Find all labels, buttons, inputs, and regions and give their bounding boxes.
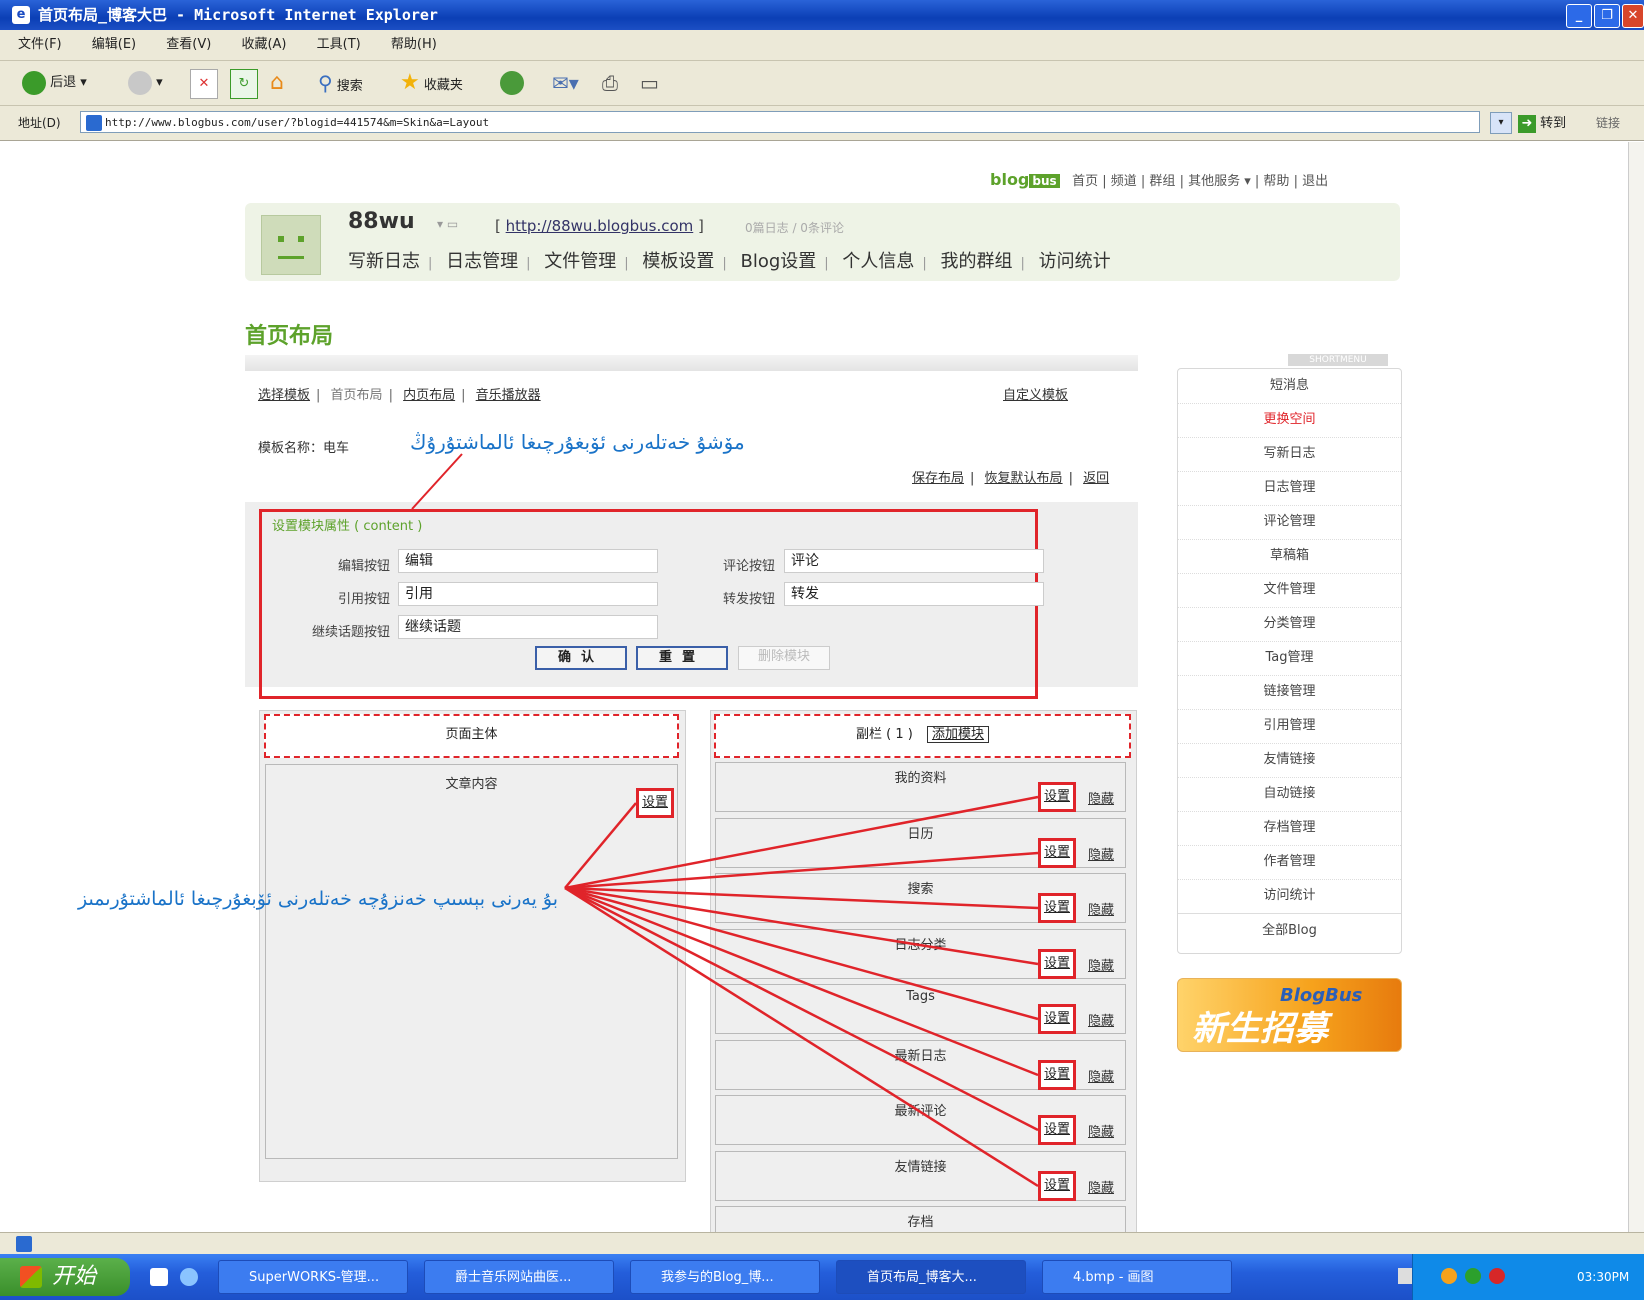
sidebar-item-drafts[interactable]: 草稿箱 (1178, 539, 1401, 574)
clock: 03:30PM (1577, 1270, 1630, 1284)
tray-icon-1[interactable] (1441, 1268, 1457, 1284)
fan-line (564, 886, 1039, 910)
sidebar-item-author-manage[interactable]: 作者管理 (1178, 845, 1401, 880)
sidebar-item-archive-manage[interactable]: 存档管理 (1178, 811, 1401, 846)
sidebar-item-auto-links[interactable]: 自动链接 (1178, 777, 1401, 812)
fan-line (564, 886, 1039, 1132)
sidebar-item-change-space[interactable]: 更换空间 (1178, 403, 1401, 438)
sidebar-item-friend-links[interactable]: 友情链接 (1178, 743, 1401, 778)
sidebar-item-trackback-manage[interactable]: 引用管理 (1178, 709, 1401, 744)
vertical-scrollbar[interactable] (1628, 142, 1644, 1232)
sidebar-item-comment-manage[interactable]: 评论管理 (1178, 505, 1401, 540)
sidebar-item-file-manage[interactable]: 文件管理 (1178, 573, 1401, 608)
sidebar-item-post-manage[interactable]: 日志管理 (1178, 471, 1401, 506)
sidebar-item-write-post[interactable]: 写新日志 (1178, 437, 1401, 472)
shortmenu-tag: SHORTMENU (1288, 354, 1388, 366)
taskbar-item-2[interactable]: 爵士音乐网站曲医... (424, 1260, 614, 1294)
sidebar-item-link-manage[interactable]: 链接管理 (1178, 675, 1401, 710)
status-bar (0, 1232, 1644, 1255)
taskbar-item-3[interactable]: 我参与的Blog_博... (630, 1260, 820, 1294)
taskbar-item-1[interactable]: SuperWORKS-管理... (218, 1260, 408, 1294)
taskbar: 开始 SuperWORKS-管理... 爵士音乐网站曲医... 我参与的Blog… (0, 1254, 1644, 1300)
banner-text: 新生招募 (1192, 1009, 1328, 1049)
tray-icon-3[interactable] (1489, 1268, 1505, 1284)
quicklaunch-desktop-icon[interactable] (150, 1268, 168, 1286)
taskbar-item-5[interactable]: 4.bmp - 画图 (1042, 1260, 1232, 1294)
sidebar-item-messages[interactable]: 短消息 (1178, 369, 1401, 404)
annotation-line-top (411, 453, 463, 510)
sidebar-item-visit-stats[interactable]: 访问统计 (1178, 879, 1401, 914)
sidebar-item-all-blogs[interactable]: 全部Blog (1178, 913, 1401, 948)
annotation-left: بۇ يەرنى بېسىپ خەنزۇچە خەتلەرنى ئۆبغۇرچى… (78, 888, 559, 910)
start-button[interactable]: 开始 (0, 1258, 130, 1296)
recruit-banner[interactable]: BlogBus 新生招募 (1177, 978, 1402, 1052)
fan-line (564, 886, 1039, 1188)
fan-line (564, 886, 1039, 1077)
fan-line (564, 795, 1039, 890)
sidebar-item-category-manage[interactable]: 分类管理 (1178, 607, 1401, 642)
system-tray: 03:30PM (1412, 1254, 1644, 1300)
sidebar-item-tag-manage[interactable]: Tag管理 (1178, 641, 1401, 676)
right-sidebar: 短消息 更换空间 写新日志 日志管理 评论管理 草稿箱 文件管理 分类管理 Ta… (1177, 368, 1402, 954)
tray-icon-2[interactable] (1465, 1268, 1481, 1284)
annotation-fan-lines (564, 795, 1039, 1188)
fan-line (564, 851, 1039, 890)
windows-logo-icon (20, 1266, 42, 1288)
page-status-icon (16, 1236, 32, 1252)
quicklaunch-ie-icon[interactable] (180, 1268, 198, 1286)
taskbar-item-4[interactable]: 首页布局_博客大... (836, 1260, 1026, 1294)
